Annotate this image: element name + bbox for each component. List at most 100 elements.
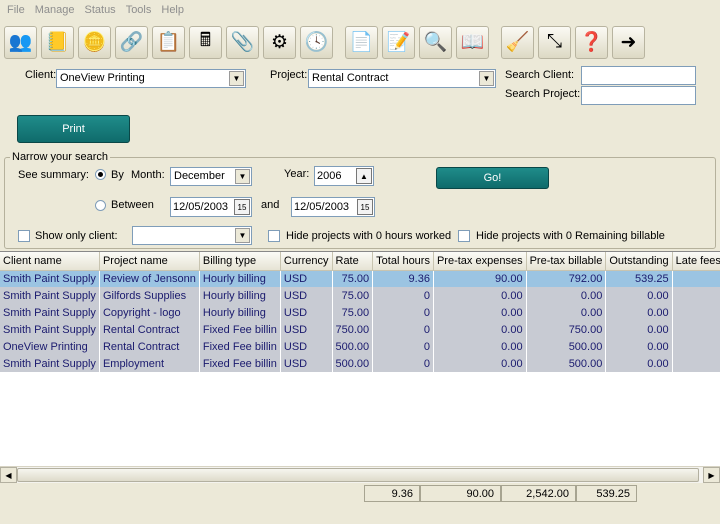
clock-icon[interactable]: 🕓 [300, 25, 333, 59]
date-to-picker[interactable]: 12/05/2003 15 [291, 197, 375, 217]
scroll-thumb[interactable] [17, 468, 699, 482]
by-month-radio[interactable] [95, 169, 106, 180]
table-cell: 500.00 [332, 355, 374, 372]
calendar-icon[interactable]: 15 [357, 199, 373, 215]
month-label: Month: [131, 169, 165, 181]
coin-icon[interactable]: 🪙 [78, 25, 111, 59]
broom-icon[interactable]: 🧹 [501, 25, 534, 59]
client-label: Client: [25, 69, 57, 81]
toolbar: 👥 📒 🪙 🔗 📋 🖩 📎 ⚙ 🕓 📄 📝 🔍 📖 🧹 ⤡ ❓ ➜ [0, 22, 720, 62]
column-header[interactable]: Currency [280, 252, 333, 271]
users-icon[interactable]: 👥 [4, 25, 37, 59]
table-cell: Smith Paint Supply [0, 355, 100, 372]
column-header[interactable]: Outstanding [605, 252, 673, 271]
hide-zero-hours-checkbox[interactable] [268, 230, 280, 242]
column-header[interactable]: Client name [0, 252, 100, 271]
column-header[interactable]: Project name [99, 252, 200, 271]
year-value: 2006 [317, 170, 342, 182]
table-cell: 0.00 [605, 355, 673, 372]
table-cell: 0.00 [433, 338, 527, 355]
table-row[interactable]: Smith Paint Supply Rental Contract Fixed… [0, 321, 720, 338]
scroll-right-icon[interactable]: ▶ [703, 467, 720, 483]
show-only-client-select[interactable]: ▼ [132, 226, 252, 245]
table-cell: 0 [372, 355, 434, 372]
narrow-search-legend: Narrow your search [10, 151, 110, 163]
table-cell: Hourly billing [199, 270, 281, 287]
column-header[interactable]: Pre-tax billable [526, 252, 607, 271]
show-only-client-checkbox[interactable] [18, 230, 30, 242]
table-cell: USD [280, 355, 333, 372]
calendar-icon[interactable]: 15 [234, 199, 250, 215]
year-stepper[interactable]: 2006 ▲ [314, 166, 374, 186]
horizontal-scrollbar[interactable]: ◀ ▶ [0, 466, 720, 483]
table-row[interactable]: Smith Paint Supply Gilfords Supplies Hou… [0, 287, 720, 304]
table-cell: Smith Paint Supply [0, 287, 100, 304]
search-client-input[interactable] [581, 66, 696, 85]
table-cell: USD [280, 304, 333, 321]
stepper-icon[interactable]: ▲ [356, 168, 372, 184]
search-icon[interactable]: 🔍 [419, 25, 452, 59]
search-project-label: Search Project: [505, 88, 581, 100]
column-header[interactable]: Pre-tax expenses [433, 252, 527, 271]
paperclip-icon[interactable]: 📎 [226, 25, 259, 59]
between-radio[interactable] [95, 200, 106, 211]
table-cell: 0.00 [605, 304, 673, 321]
calculator-icon[interactable]: 🖩 [189, 25, 222, 59]
settings-icon[interactable]: ⚙ [263, 25, 296, 59]
scroll-left-icon[interactable]: ◀ [0, 467, 17, 483]
resize-arrow-icon[interactable]: ⤡ [538, 25, 571, 59]
table-cell: Copyright - logo [99, 304, 200, 321]
month-select[interactable]: December ▼ [170, 167, 252, 186]
menu-file[interactable]: File [4, 4, 32, 16]
table-cell: 75.00 [332, 287, 374, 304]
notes-icon[interactable]: 📝 [382, 25, 415, 59]
network-icon[interactable]: 🔗 [115, 25, 148, 59]
client-select[interactable]: OneView Printing ▼ [56, 69, 246, 88]
print-button[interactable]: Print [17, 115, 130, 143]
table-row[interactable]: OneView Printing Rental Contract Fixed F… [0, 338, 720, 355]
table-cell: 500.00 [526, 338, 607, 355]
book-open-icon[interactable]: 📖 [456, 25, 489, 59]
table-cell: 750.00 [332, 321, 374, 338]
list-icon[interactable]: 📋 [152, 25, 185, 59]
table-cell: 75.00 [332, 304, 374, 321]
table-cell: 0.00 [605, 321, 673, 338]
menu-manage[interactable]: Manage [32, 4, 82, 16]
projects-grid: Client name Project name Billing type Cu… [0, 251, 720, 483]
chevron-down-icon[interactable]: ▼ [479, 71, 494, 86]
by-label: By [111, 169, 124, 181]
chevron-down-icon[interactable]: ▼ [235, 228, 250, 243]
hide-zero-billable-checkbox[interactable] [458, 230, 470, 242]
column-header[interactable]: Late fees due [672, 252, 720, 271]
client-select-value: OneView Printing [60, 72, 145, 84]
column-header[interactable]: Billing type [199, 252, 281, 271]
table-cell: Hourly billing [199, 304, 281, 321]
table-row[interactable]: Smith Paint Supply Employment Fixed Fee … [0, 355, 720, 372]
table-cell: Rental Contract [99, 321, 200, 338]
table-row[interactable]: Smith Paint Supply Copyright - logo Hour… [0, 304, 720, 321]
between-label: Between [111, 199, 154, 211]
date-from-picker[interactable]: 12/05/2003 15 [170, 197, 252, 217]
project-select[interactable]: Rental Contract ▼ [308, 69, 496, 88]
clipboard-icon[interactable]: 📄 [345, 25, 378, 59]
table-cell: 75.00 [332, 270, 374, 287]
book-icon[interactable]: 📒 [41, 25, 74, 59]
table-cell: 0 [372, 287, 434, 304]
column-header[interactable]: Total hours [372, 252, 434, 271]
table-cell: Gilfords Supplies [99, 287, 200, 304]
chevron-down-icon[interactable]: ▼ [229, 71, 244, 86]
search-project-input[interactable] [581, 86, 696, 105]
help-icon[interactable]: ❓ [575, 25, 608, 59]
menu-help[interactable]: Help [158, 4, 191, 16]
table-cell [672, 355, 720, 372]
menu-tools[interactable]: Tools [123, 4, 159, 16]
go-button[interactable]: Go! [436, 167, 549, 189]
chevron-down-icon[interactable]: ▼ [235, 169, 250, 184]
column-header[interactable]: Rate [332, 252, 374, 271]
exit-icon[interactable]: ➜ [612, 25, 645, 59]
hide-zero-hours-label: Hide projects with 0 hours worked [286, 230, 452, 242]
table-cell: 0.00 [605, 338, 673, 355]
table-row[interactable]: Smith Paint Supply Review of Jensonn Hou… [0, 270, 720, 287]
table-cell: 500.00 [332, 338, 374, 355]
menu-status[interactable]: Status [82, 4, 123, 16]
